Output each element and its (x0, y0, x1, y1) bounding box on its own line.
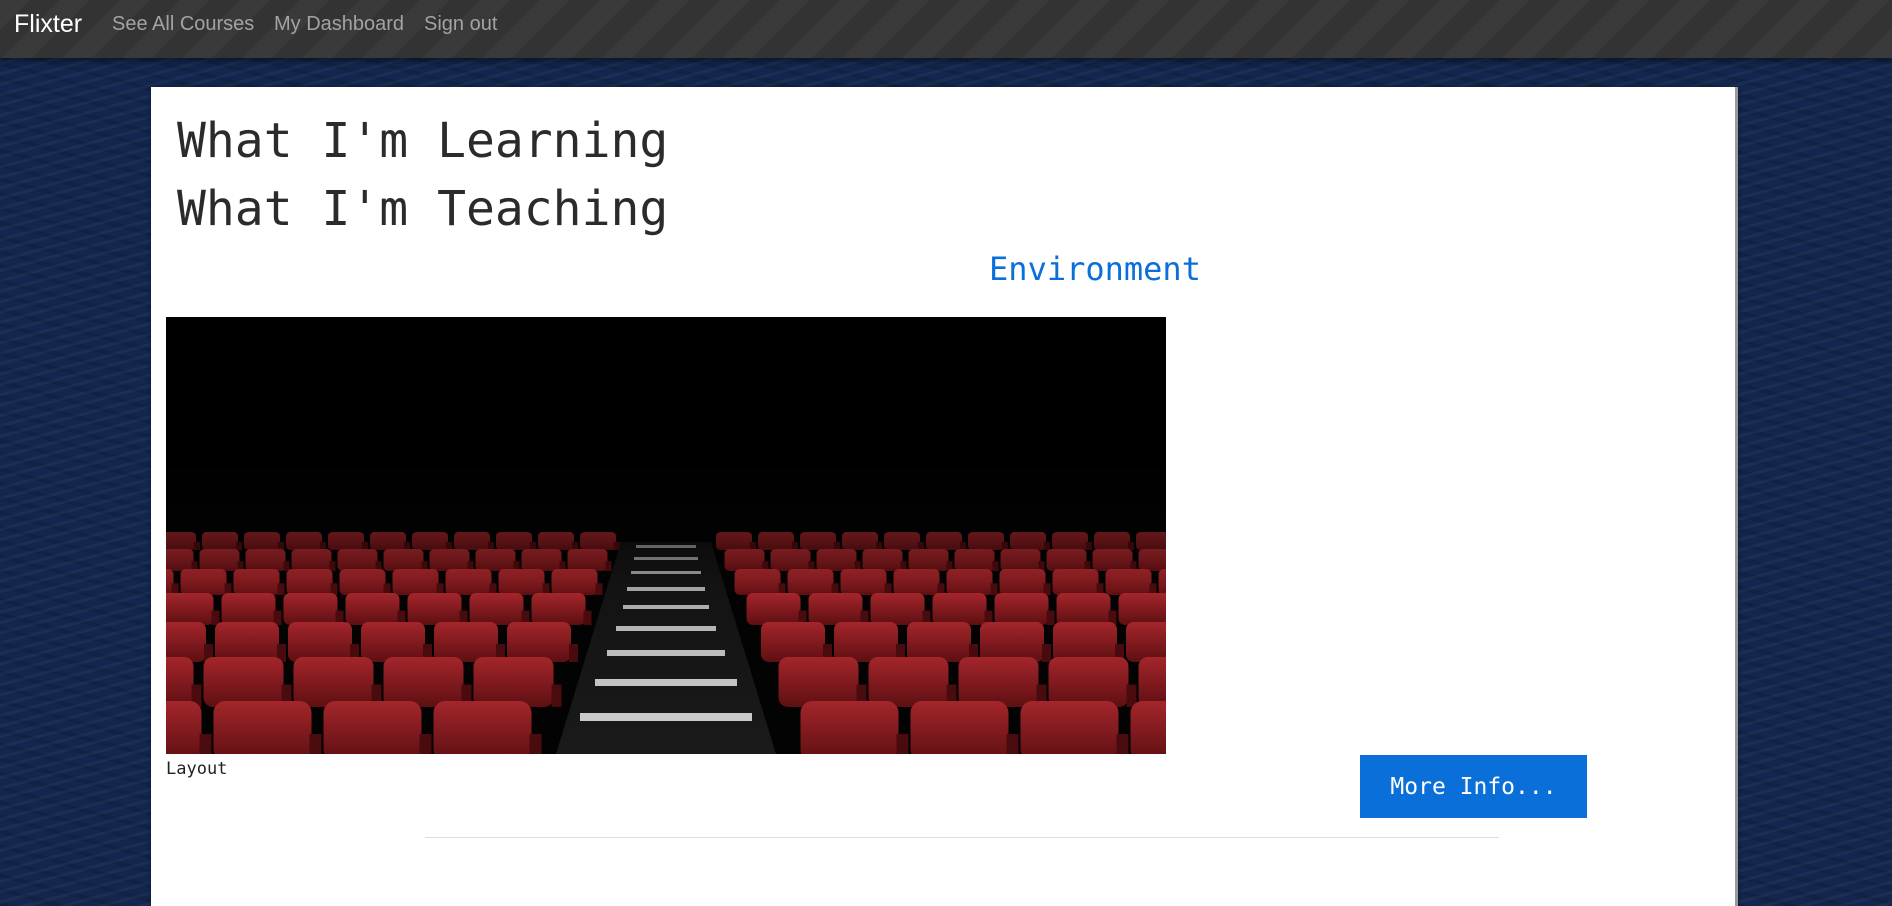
top-navbar: Flixter See All Courses My Dashboard Sig… (0, 0, 1892, 58)
heading-teaching: What I'm Teaching (177, 181, 669, 237)
heading-learning: What I'm Learning (177, 113, 669, 169)
nav-see-all-courses[interactable]: See All Courses (112, 13, 254, 36)
nav-sign-out[interactable]: Sign out (424, 13, 497, 36)
dashboard-card: What I'm Learning What I'm Teaching Envi… (151, 87, 1738, 906)
section-divider (425, 837, 1499, 838)
nav-my-dashboard[interactable]: My Dashboard (274, 13, 404, 36)
course-caption: Layout (166, 759, 228, 779)
brand-link[interactable]: Flixter (14, 10, 82, 39)
more-info-button[interactable]: More Info... (1360, 755, 1587, 818)
course-title-link[interactable]: Environment (677, 250, 1513, 288)
course-image[interactable] (166, 317, 1166, 754)
theater-seats-image (166, 317, 1166, 754)
